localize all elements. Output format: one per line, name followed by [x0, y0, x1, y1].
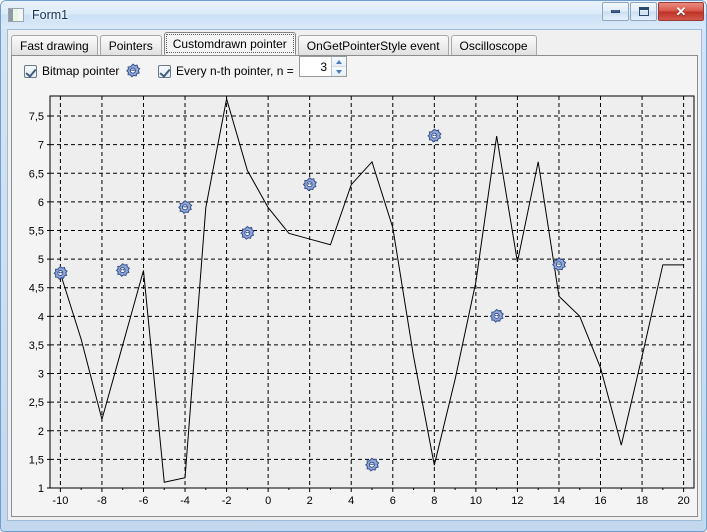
x-tick-label: 4	[348, 495, 354, 507]
chevron-up-icon	[336, 59, 342, 64]
x-tick-label: 20	[677, 495, 689, 507]
x-tick-label: -2	[222, 495, 232, 507]
tab-customdrawn-pointer[interactable]: Customdrawn pointer	[163, 32, 296, 55]
minimize-button[interactable]	[602, 2, 629, 21]
minimize-icon	[611, 10, 620, 13]
tab-label: Customdrawn pointer	[172, 36, 287, 51]
y-tick-label: 6,5	[29, 168, 44, 180]
spinner-buttons	[331, 57, 346, 76]
x-tick-label: 0	[265, 495, 271, 507]
tab-pointers[interactable]: Pointers	[99, 35, 162, 55]
tab-page-customdrawn-pointer: Bitmap pointer Every n-th pointer, n = 3	[11, 55, 698, 517]
tab-oscilloscope[interactable]: Oscilloscope	[450, 35, 537, 55]
every-nth-value[interactable]: 3	[300, 60, 331, 74]
line-chart: 1 1,5 2 2,5 3 3,5 4 4,5 5 5,5 6 6,5 7 7,5 -10 -8 -6 -4 -2 0…	[12, 88, 699, 518]
x-tick-label: 16	[594, 495, 606, 507]
every-nth-spinner[interactable]: 3	[299, 56, 347, 77]
y-tick-label: 2,5	[29, 397, 44, 409]
tab-label: OnGetPointerStyle event	[306, 38, 440, 53]
x-tick-label: 2	[307, 495, 313, 507]
x-tick-label: 6	[390, 495, 396, 507]
tab-fast-drawing[interactable]: Fast drawing	[11, 35, 98, 55]
options-row: Bitmap pointer Every n-th pointer, n = 3	[12, 56, 699, 88]
y-tick-label: 6	[38, 197, 44, 209]
plot-area	[49, 95, 695, 489]
y-tick-label: 7,5	[29, 111, 44, 123]
x-tick-label: -4	[180, 495, 190, 507]
close-button[interactable]: ✕	[658, 2, 704, 21]
bitmap-pointer-option[interactable]: Bitmap pointer	[24, 61, 141, 81]
application-window: Form1 ✕ Fast drawing Pointers Customdraw…	[0, 0, 707, 532]
every-nth-pointer-option[interactable]: Every n-th pointer, n =	[158, 61, 294, 81]
bitmap-pointer-checkbox[interactable]	[24, 64, 37, 78]
y-tick-label: 7	[38, 140, 44, 152]
form-icon	[8, 8, 24, 22]
maximize-icon	[638, 7, 649, 16]
y-tick-label: 3	[38, 369, 44, 381]
y-tick-label: 3,5	[29, 340, 44, 352]
title-bar: Form1 ✕	[1, 1, 706, 29]
y-tick-label: 5	[38, 254, 44, 266]
y-tick-label: 5,5	[29, 225, 44, 237]
bitmap-pointer-label: Bitmap pointer	[42, 64, 120, 78]
y-tick-label: 1	[38, 483, 44, 495]
x-axis-labels: -10 -8 -6 -4 -2 0 2 4 6 8 10 12 14 16 18 20	[52, 488, 690, 507]
spinner-up-button[interactable]	[332, 57, 346, 67]
y-tick-label: 1,5	[29, 454, 44, 466]
x-tick-label: 8	[431, 495, 437, 507]
client-area: Fast drawing Pointers Customdrawn pointe…	[7, 29, 702, 521]
x-tick-label: 14	[553, 495, 565, 507]
x-tick-label: 12	[511, 495, 523, 507]
tab-strip: Fast drawing Pointers Customdrawn pointe…	[11, 32, 539, 55]
star-pointer-icon	[126, 63, 141, 78]
every-nth-pointer-label: Every n-th pointer, n =	[176, 64, 294, 78]
every-nth-pointer-checkbox[interactable]	[158, 64, 171, 78]
y-tick-label: 4,5	[29, 283, 44, 295]
x-tick-label: -6	[139, 495, 149, 507]
maximize-button[interactable]	[630, 2, 657, 21]
x-tick-label: 18	[636, 495, 648, 507]
y-axis-labels: 1 1,5 2 2,5 3 3,5 4 4,5 5 5,5 6 6,5 7 7,5	[29, 111, 50, 495]
close-icon: ✕	[675, 4, 687, 19]
x-tick-label: 10	[470, 495, 482, 507]
x-tick-label: -8	[97, 495, 107, 507]
x-tick-label: -10	[52, 495, 68, 507]
y-tick-label: 4	[38, 311, 44, 323]
tab-ongetpointerstyle-event[interactable]: OnGetPointerStyle event	[297, 35, 449, 55]
spinner-down-button[interactable]	[332, 67, 346, 76]
y-tick-label: 2	[38, 426, 44, 438]
window-controls: ✕	[601, 2, 704, 21]
chevron-down-icon	[336, 69, 342, 74]
tab-label: Oscilloscope	[459, 38, 528, 53]
tab-label: Pointers	[108, 38, 153, 53]
window-title: Form1	[32, 8, 69, 22]
tab-label: Fast drawing	[20, 38, 89, 53]
chart-canvas: 1 1,5 2 2,5 3 3,5 4 4,5 5 5,5 6 6,5 7 7,5 -10 -8 -6 -4 -2 0…	[29, 95, 695, 507]
